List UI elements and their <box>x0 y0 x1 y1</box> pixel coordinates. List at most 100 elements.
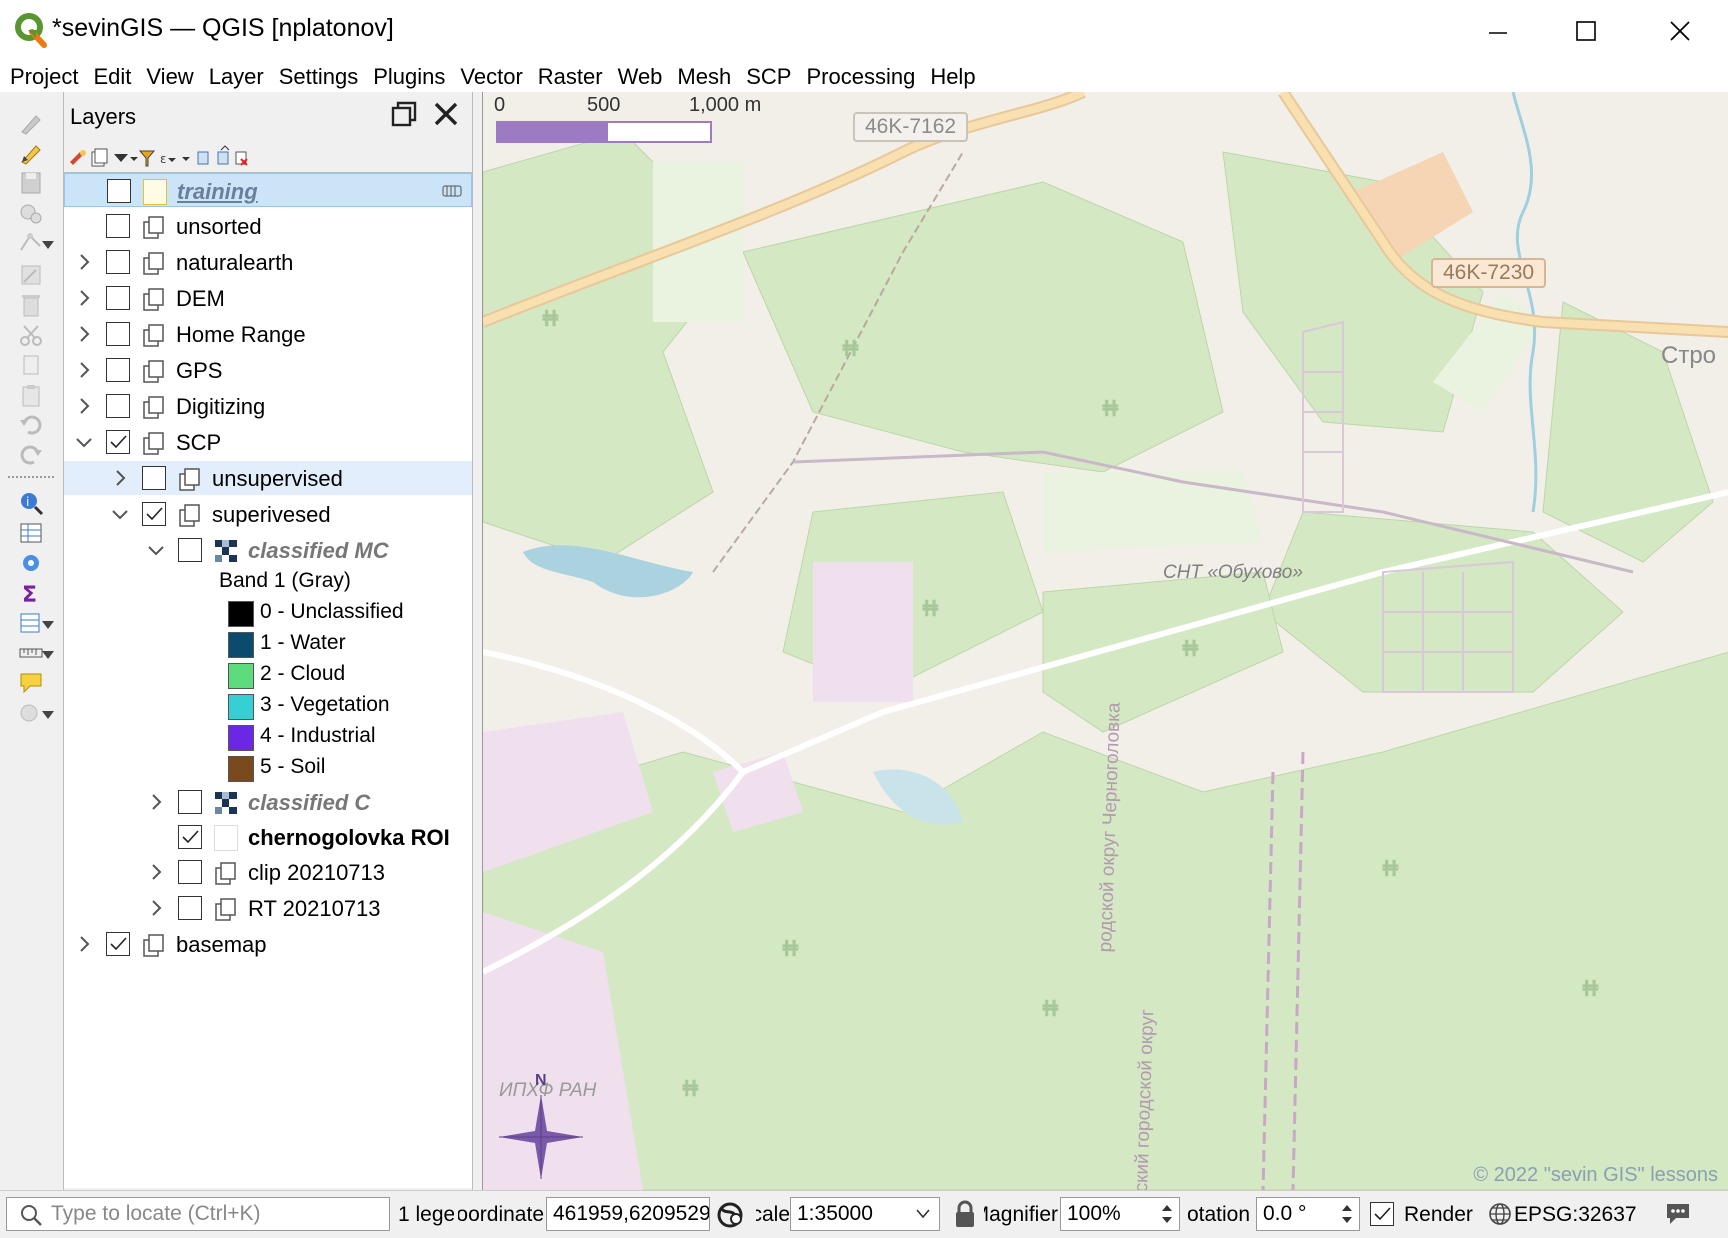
menu-plugins[interactable]: Plugins <box>373 64 445 90</box>
layer-name[interactable]: classified C <box>248 790 370 816</box>
identify-features-icon[interactable]: i <box>16 490 46 516</box>
paste-features-icon[interactable] <box>16 382 46 408</box>
layer-name[interactable]: SCP <box>176 430 221 456</box>
dropdown-arrow-icon[interactable] <box>41 650 55 660</box>
collapse-all-icon[interactable] <box>217 145 230 165</box>
modify-attributes-icon[interactable] <box>16 262 46 288</box>
locator-input[interactable]: Type to locate (Ctrl+K) <box>6 1197 390 1231</box>
layer-row-gps[interactable]: GPS <box>64 353 472 387</box>
copy-features-icon[interactable] <box>16 352 46 378</box>
save-edits-icon[interactable] <box>16 170 46 196</box>
layer-name[interactable]: clip 20210713 <box>248 860 385 886</box>
menu-settings[interactable]: Settings <box>279 64 359 90</box>
manage-visibility-icon[interactable] <box>114 154 138 162</box>
expand-arrow-icon[interactable] <box>74 324 94 344</box>
layer-row-roi[interactable]: chernogolovka ROI <box>64 820 472 854</box>
layer-checkbox[interactable] <box>106 394 130 418</box>
layer-name[interactable]: classified MC <box>248 538 389 564</box>
layer-indicator-icon[interactable] <box>441 182 463 200</box>
maximize-button[interactable] <box>1540 0 1632 62</box>
layer-checkbox-checked[interactable] <box>106 430 130 454</box>
layer-name[interactable]: training <box>177 179 258 205</box>
map-canvas[interactable]: ǂǂ ǂǂ ǂǂ ǂǂ ǂǂ ǂǂ ǂǂ ǂǂ ǂǂ ǂǂ 0 500 1,00… <box>482 92 1728 1190</box>
expand-all-icon[interactable] <box>182 151 209 165</box>
collapse-arrow-icon[interactable] <box>110 504 130 524</box>
lock-scale-icon[interactable] <box>952 1199 978 1229</box>
layer-row-classified-mc[interactable]: classified MC <box>64 533 472 567</box>
collapse-arrow-icon[interactable] <box>146 540 166 560</box>
layer-checkbox[interactable] <box>178 896 202 920</box>
layer-checkbox[interactable] <box>178 860 202 884</box>
layer-name[interactable]: superivesed <box>212 502 331 528</box>
layer-row-superivesed[interactable]: superivesed <box>64 497 472 531</box>
layer-name[interactable]: RT 20210713 <box>248 896 381 922</box>
crs-label[interactable]: EPSG:32637 <box>1514 1203 1637 1227</box>
layer-checkbox[interactable] <box>106 358 130 382</box>
undo-icon[interactable] <box>16 412 46 438</box>
layer-name[interactable]: Digitizing <box>176 394 265 420</box>
layer-name[interactable]: unsupervised <box>212 466 343 492</box>
layer-checkbox[interactable] <box>107 179 131 203</box>
processing-toolbox-icon[interactable] <box>16 550 46 576</box>
minimize-button[interactable] <box>1452 0 1544 62</box>
layer-row-home-range[interactable]: Home Range <box>64 317 472 351</box>
statistical-summary-icon[interactable]: Σ <box>16 580 46 606</box>
spin-arrows-icon[interactable] <box>1159 1201 1175 1227</box>
layer-row-scp[interactable]: SCP <box>64 425 472 459</box>
style-manager-icon[interactable] <box>70 150 86 165</box>
dropdown-arrow-icon[interactable] <box>41 240 55 250</box>
remove-layer-icon[interactable] <box>235 151 248 166</box>
menu-mesh[interactable]: Mesh <box>677 64 731 90</box>
menu-project[interactable]: Project <box>10 64 78 90</box>
filter-legend-icon[interactable] <box>138 150 156 167</box>
layer-row-classified-c[interactable]: classified C <box>64 785 472 819</box>
expand-arrow-icon[interactable] <box>74 252 94 272</box>
layer-checkbox[interactable] <box>142 466 166 490</box>
menu-view[interactable]: View <box>146 64 193 90</box>
close-panel-icon[interactable] <box>432 100 460 128</box>
layer-row-naturalearth[interactable]: naturalearth <box>64 245 472 279</box>
layer-row-dem[interactable]: DEM <box>64 281 472 315</box>
menu-help[interactable]: Help <box>930 64 975 90</box>
layer-checkbox-checked[interactable] <box>178 825 202 849</box>
render-checkbox[interactable] <box>1370 1202 1394 1226</box>
cut-features-icon[interactable] <box>16 322 46 348</box>
layer-name[interactable]: GPS <box>176 358 222 384</box>
layer-row-unsorted[interactable]: unsorted <box>64 209 472 243</box>
menu-layer[interactable]: Layer <box>209 64 264 90</box>
expand-arrow-icon[interactable] <box>74 360 94 380</box>
layer-name[interactable]: naturalearth <box>176 250 293 276</box>
toggle-editing-icon[interactable] <box>16 140 46 166</box>
layer-name[interactable]: basemap <box>176 932 267 958</box>
dropdown-arrow-icon[interactable] <box>41 710 55 720</box>
layer-checkbox[interactable] <box>178 538 202 562</box>
layer-name[interactable]: unsorted <box>176 214 262 240</box>
menu-processing[interactable]: Processing <box>806 64 915 90</box>
expand-arrow-icon[interactable] <box>146 862 166 882</box>
expand-arrow-icon[interactable] <box>110 468 130 488</box>
close-button[interactable] <box>1634 0 1726 62</box>
layer-checkbox[interactable] <box>106 322 130 346</box>
collapse-arrow-icon[interactable] <box>74 432 94 452</box>
expand-arrow-icon[interactable] <box>74 934 94 954</box>
layer-row-rt[interactable]: RT 20210713 <box>64 891 472 925</box>
layer-checkbox[interactable] <box>178 790 202 814</box>
coordinate-field[interactable]: 461959,6209529 <box>546 1197 710 1231</box>
layer-row-unsupervised[interactable]: unsupervised <box>64 461 472 495</box>
menu-web[interactable]: Web <box>618 64 663 90</box>
menu-scp[interactable]: SCP <box>746 64 791 90</box>
expand-arrow-icon[interactable] <box>146 792 166 812</box>
filter-expression-icon[interactable]: ε <box>160 152 176 166</box>
expand-arrow-icon[interactable] <box>74 396 94 416</box>
add-feature-icon[interactable] <box>16 200 46 226</box>
menu-edit[interactable]: Edit <box>93 64 131 90</box>
messages-icon[interactable] <box>1664 1201 1692 1227</box>
redo-icon[interactable] <box>16 442 46 468</box>
expand-arrow-icon[interactable] <box>74 288 94 308</box>
crs-globe-icon[interactable] <box>1488 1202 1512 1226</box>
layer-checkbox[interactable] <box>106 286 130 310</box>
toggle-extents-icon[interactable] <box>714 1199 746 1231</box>
magnifier-spinbox[interactable]: 100% <box>1060 1197 1180 1231</box>
layer-checkbox[interactable] <box>106 250 130 274</box>
dropdown-arrow-icon[interactable] <box>41 620 55 630</box>
